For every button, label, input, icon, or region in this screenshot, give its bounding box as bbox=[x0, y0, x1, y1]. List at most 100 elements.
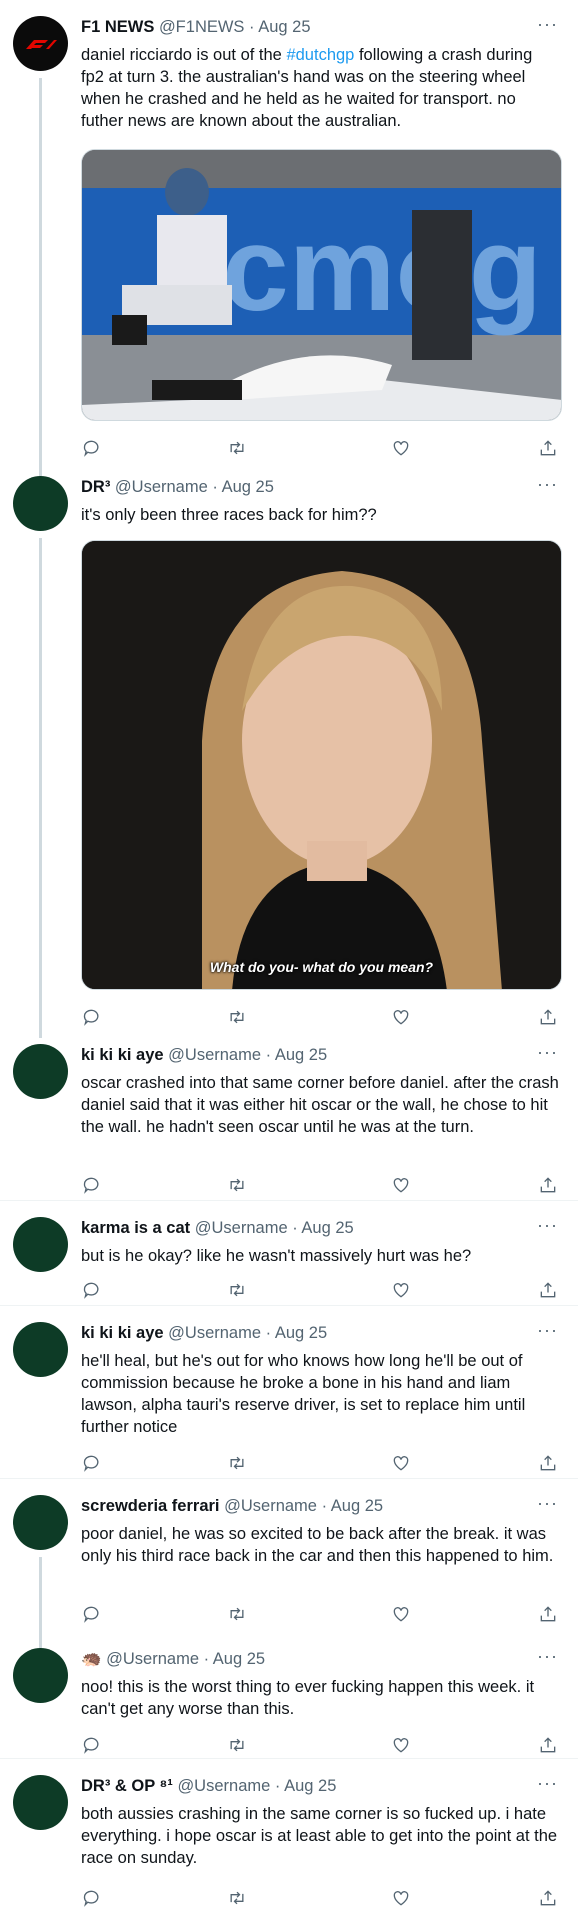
display-name-emoji[interactable]: 🦔 bbox=[81, 1650, 102, 1668]
share-icon[interactable] bbox=[537, 1603, 559, 1625]
share-icon[interactable] bbox=[537, 1006, 559, 1028]
more-options-icon[interactable]: ··· bbox=[537, 1646, 558, 1667]
like-icon[interactable] bbox=[390, 1279, 412, 1301]
username[interactable]: @Username bbox=[224, 1497, 317, 1515]
gif-caption: What do you- what do you mean? bbox=[209, 959, 434, 975]
reply-icon[interactable] bbox=[81, 1887, 103, 1909]
retweet-icon[interactable] bbox=[226, 1279, 248, 1301]
tweet-gif[interactable]: What do you- what do you mean? bbox=[81, 540, 562, 990]
more-options-icon[interactable]: ··· bbox=[537, 1042, 558, 1063]
tweet-header: DR³ & OP ⁸¹ @Username · Aug 25 bbox=[81, 1775, 336, 1797]
tweet-date[interactable]: Aug 25 bbox=[331, 1497, 383, 1515]
like-icon[interactable] bbox=[390, 437, 412, 459]
like-icon[interactable] bbox=[390, 1603, 412, 1625]
retweet-icon[interactable] bbox=[226, 1452, 248, 1474]
username[interactable]: @Username bbox=[168, 1046, 261, 1064]
retweet-icon[interactable] bbox=[226, 1734, 248, 1756]
more-options-icon[interactable]: ··· bbox=[537, 1320, 558, 1341]
username[interactable]: @F1NEWS bbox=[159, 18, 245, 36]
like-icon[interactable] bbox=[390, 1006, 412, 1028]
retweet-icon[interactable] bbox=[226, 1174, 248, 1196]
username[interactable]: @Username bbox=[106, 1650, 199, 1668]
display-name[interactable]: ki ki ki aye bbox=[81, 1324, 164, 1342]
retweet-icon[interactable] bbox=[226, 1603, 248, 1625]
more-options-icon[interactable]: ··· bbox=[537, 474, 558, 495]
avatar[interactable] bbox=[13, 1322, 68, 1377]
tweet-text: noo! this is the worst thing to ever fuc… bbox=[81, 1678, 535, 1718]
svg-text:cmog: cmog bbox=[222, 202, 542, 336]
share-icon[interactable] bbox=[537, 1887, 559, 1909]
tweet-actions bbox=[81, 1603, 559, 1625]
display-name[interactable]: DR³ & OP ⁸¹ bbox=[81, 1777, 173, 1795]
username[interactable]: @Username bbox=[115, 478, 208, 496]
tweet-actions bbox=[81, 1174, 559, 1196]
thread-line bbox=[39, 78, 42, 482]
like-icon[interactable] bbox=[390, 1174, 412, 1196]
display-name[interactable]: DR³ bbox=[81, 478, 110, 496]
tweet-text: he'll heal, but he's out for who knows h… bbox=[81, 1352, 526, 1436]
retweet-icon[interactable] bbox=[226, 1887, 248, 1909]
like-icon[interactable] bbox=[390, 1887, 412, 1909]
avatar[interactable] bbox=[13, 1775, 68, 1830]
tweet-header: ki ki ki aye @Username · Aug 25 bbox=[81, 1322, 327, 1344]
more-options-icon[interactable]: ··· bbox=[537, 1493, 558, 1514]
reply-icon[interactable] bbox=[81, 1006, 103, 1028]
thread-line bbox=[39, 538, 42, 1038]
tweet-date[interactable]: Aug 25 bbox=[213, 1650, 265, 1668]
share-icon[interactable] bbox=[537, 1279, 559, 1301]
tweet-photo[interactable]: cmog bbox=[81, 149, 562, 421]
tweet-actions bbox=[81, 1006, 559, 1028]
tweet-date[interactable]: Aug 25 bbox=[301, 1219, 353, 1237]
tweet-header: screwderia ferrari @Username · Aug 25 bbox=[81, 1495, 383, 1517]
display-name[interactable]: screwderia ferrari bbox=[81, 1497, 220, 1515]
more-options-icon[interactable]: ··· bbox=[537, 1773, 558, 1794]
reply-icon[interactable] bbox=[81, 1279, 103, 1301]
tweet-actions bbox=[81, 437, 559, 459]
display-name[interactable]: ki ki ki aye bbox=[81, 1046, 164, 1064]
hashtag-link[interactable]: #dutchgp bbox=[286, 46, 354, 64]
reply-icon[interactable] bbox=[81, 1603, 103, 1625]
tweet-date[interactable]: Aug 25 bbox=[275, 1324, 327, 1342]
avatar[interactable] bbox=[13, 1217, 68, 1272]
username[interactable]: @Username bbox=[177, 1777, 270, 1795]
share-icon[interactable] bbox=[537, 1452, 559, 1474]
avatar[interactable] bbox=[13, 1648, 68, 1703]
tweet-date[interactable]: Aug 25 bbox=[258, 18, 310, 36]
share-icon[interactable] bbox=[537, 437, 559, 459]
retweet-icon[interactable] bbox=[226, 1006, 248, 1028]
separator-dot: · bbox=[274, 1777, 281, 1795]
more-options-icon[interactable]: ··· bbox=[537, 1215, 558, 1236]
tweet-header: ki ki ki aye @Username · Aug 25 bbox=[81, 1044, 327, 1066]
tweet-date[interactable]: Aug 25 bbox=[275, 1046, 327, 1064]
reply-icon[interactable] bbox=[81, 437, 103, 459]
display-name[interactable]: F1 NEWS bbox=[81, 18, 154, 36]
tweet-header: F1 NEWS @F1NEWS · Aug 25 bbox=[81, 16, 311, 38]
like-icon[interactable] bbox=[390, 1452, 412, 1474]
avatar[interactable] bbox=[13, 476, 68, 531]
username[interactable]: @Username bbox=[195, 1219, 288, 1237]
tweet-date[interactable]: Aug 25 bbox=[222, 478, 274, 496]
separator-dot: · bbox=[292, 1219, 298, 1237]
share-icon[interactable] bbox=[537, 1734, 559, 1756]
like-icon[interactable] bbox=[390, 1734, 412, 1756]
display-name[interactable]: karma is a cat bbox=[81, 1219, 190, 1237]
retweet-icon[interactable] bbox=[226, 437, 248, 459]
avatar[interactable] bbox=[13, 1495, 68, 1550]
tweet-actions bbox=[81, 1887, 559, 1909]
avatar[interactable] bbox=[13, 1044, 68, 1099]
tweet-text: both aussies crashing in the same corner… bbox=[81, 1805, 558, 1867]
tweet-text: oscar crashed into that same corner befo… bbox=[81, 1074, 559, 1136]
share-icon[interactable] bbox=[537, 1174, 559, 1196]
separator-dot: · bbox=[321, 1497, 328, 1515]
reply-icon[interactable] bbox=[81, 1452, 103, 1474]
tweet-text-part: daniel ricciardo is out of the bbox=[81, 46, 287, 64]
tweet-divider bbox=[0, 1305, 578, 1306]
more-options-icon[interactable]: ··· bbox=[537, 14, 558, 35]
f1-logo-avatar[interactable] bbox=[13, 16, 68, 71]
tweet-divider bbox=[0, 1478, 578, 1479]
crash-photo: cmog bbox=[82, 150, 561, 420]
tweet-date[interactable]: Aug 25 bbox=[284, 1777, 336, 1795]
reply-icon[interactable] bbox=[81, 1174, 103, 1196]
reply-icon[interactable] bbox=[81, 1734, 103, 1756]
username[interactable]: @Username bbox=[168, 1324, 261, 1342]
